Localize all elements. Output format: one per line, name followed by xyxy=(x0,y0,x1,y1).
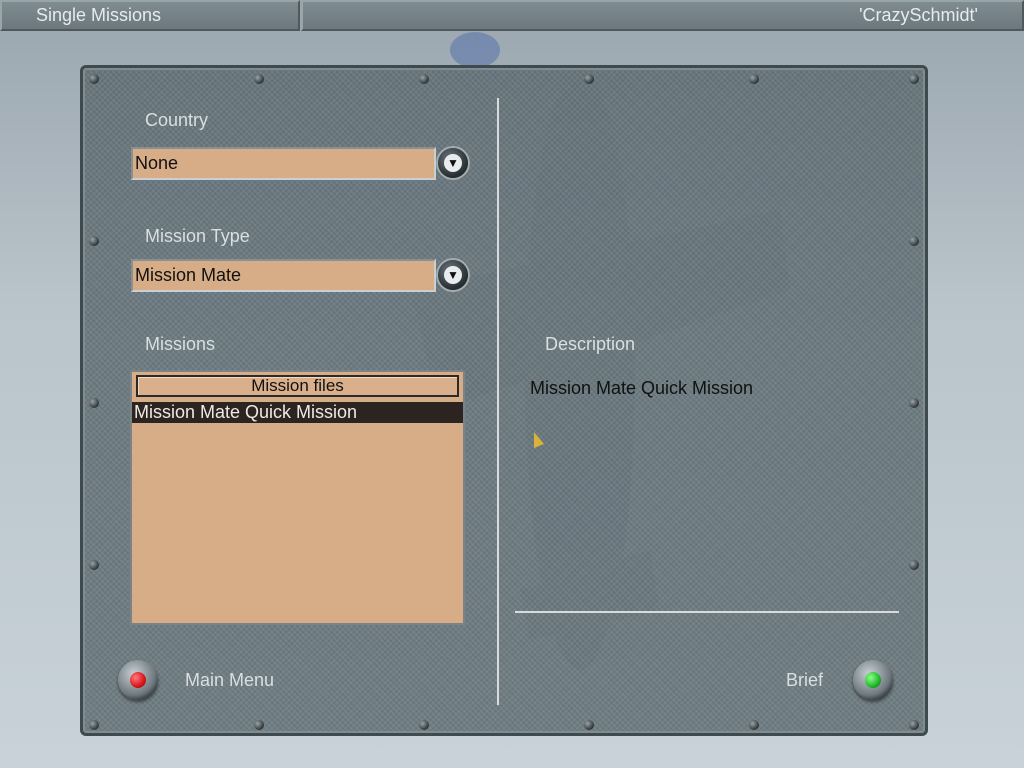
main-menu-label[interactable]: Main Menu xyxy=(185,670,274,691)
rivet xyxy=(584,74,594,84)
brief-button[interactable] xyxy=(853,660,893,700)
mission-files-header[interactable]: Mission files xyxy=(136,375,459,397)
screen-title: Single Missions xyxy=(36,5,162,25)
vertical-divider xyxy=(497,98,499,705)
missions-label: Missions xyxy=(145,334,216,354)
rivet xyxy=(909,720,919,730)
pilot-name: 'CrazySchmidt' xyxy=(859,5,978,25)
main-menu-button[interactable] xyxy=(118,660,158,700)
missions-list[interactable]: Mission files Mission Mate Quick Mission xyxy=(130,370,465,625)
mission-type-select[interactable]: Mission Mate xyxy=(131,259,436,292)
country-dropdown-button[interactable]: ▼ xyxy=(438,148,468,178)
rivet xyxy=(419,74,429,84)
rivet xyxy=(89,398,99,408)
rivet xyxy=(749,74,759,84)
rivet xyxy=(909,398,919,408)
description-text: Mission Mate Quick Mission xyxy=(530,378,754,398)
rivet xyxy=(254,74,264,84)
rivet xyxy=(584,720,594,730)
red-lamp-icon xyxy=(130,672,146,688)
single-missions-panel: Country None ▼ Mission Type Mission Mate… xyxy=(80,65,928,736)
horizontal-divider xyxy=(515,611,899,613)
country-select[interactable]: None xyxy=(131,147,436,180)
pilot-name-bar: 'CrazySchmidt' xyxy=(301,0,1024,31)
rivet xyxy=(419,720,429,730)
rivet xyxy=(749,720,759,730)
green-lamp-icon xyxy=(865,672,881,688)
rivet xyxy=(909,74,919,84)
rivet xyxy=(909,560,919,570)
rivet xyxy=(89,236,99,246)
list-item[interactable]: Mission Mate Quick Mission xyxy=(132,402,463,423)
mouse-cursor-icon xyxy=(534,432,544,452)
mission-type-dropdown-button[interactable]: ▼ xyxy=(438,260,468,290)
chevron-down-icon: ▼ xyxy=(444,266,462,284)
screen-title-bar: Single Missions xyxy=(0,0,300,31)
brief-label[interactable]: Brief xyxy=(786,670,823,691)
country-label: Country xyxy=(145,110,209,130)
rivet xyxy=(909,236,919,246)
rivet xyxy=(89,720,99,730)
rivet xyxy=(89,74,99,84)
description-label: Description xyxy=(545,334,636,354)
mission-type-label: Mission Type xyxy=(145,226,250,246)
rivet xyxy=(89,560,99,570)
chevron-down-icon: ▼ xyxy=(444,154,462,172)
rivet xyxy=(254,720,264,730)
